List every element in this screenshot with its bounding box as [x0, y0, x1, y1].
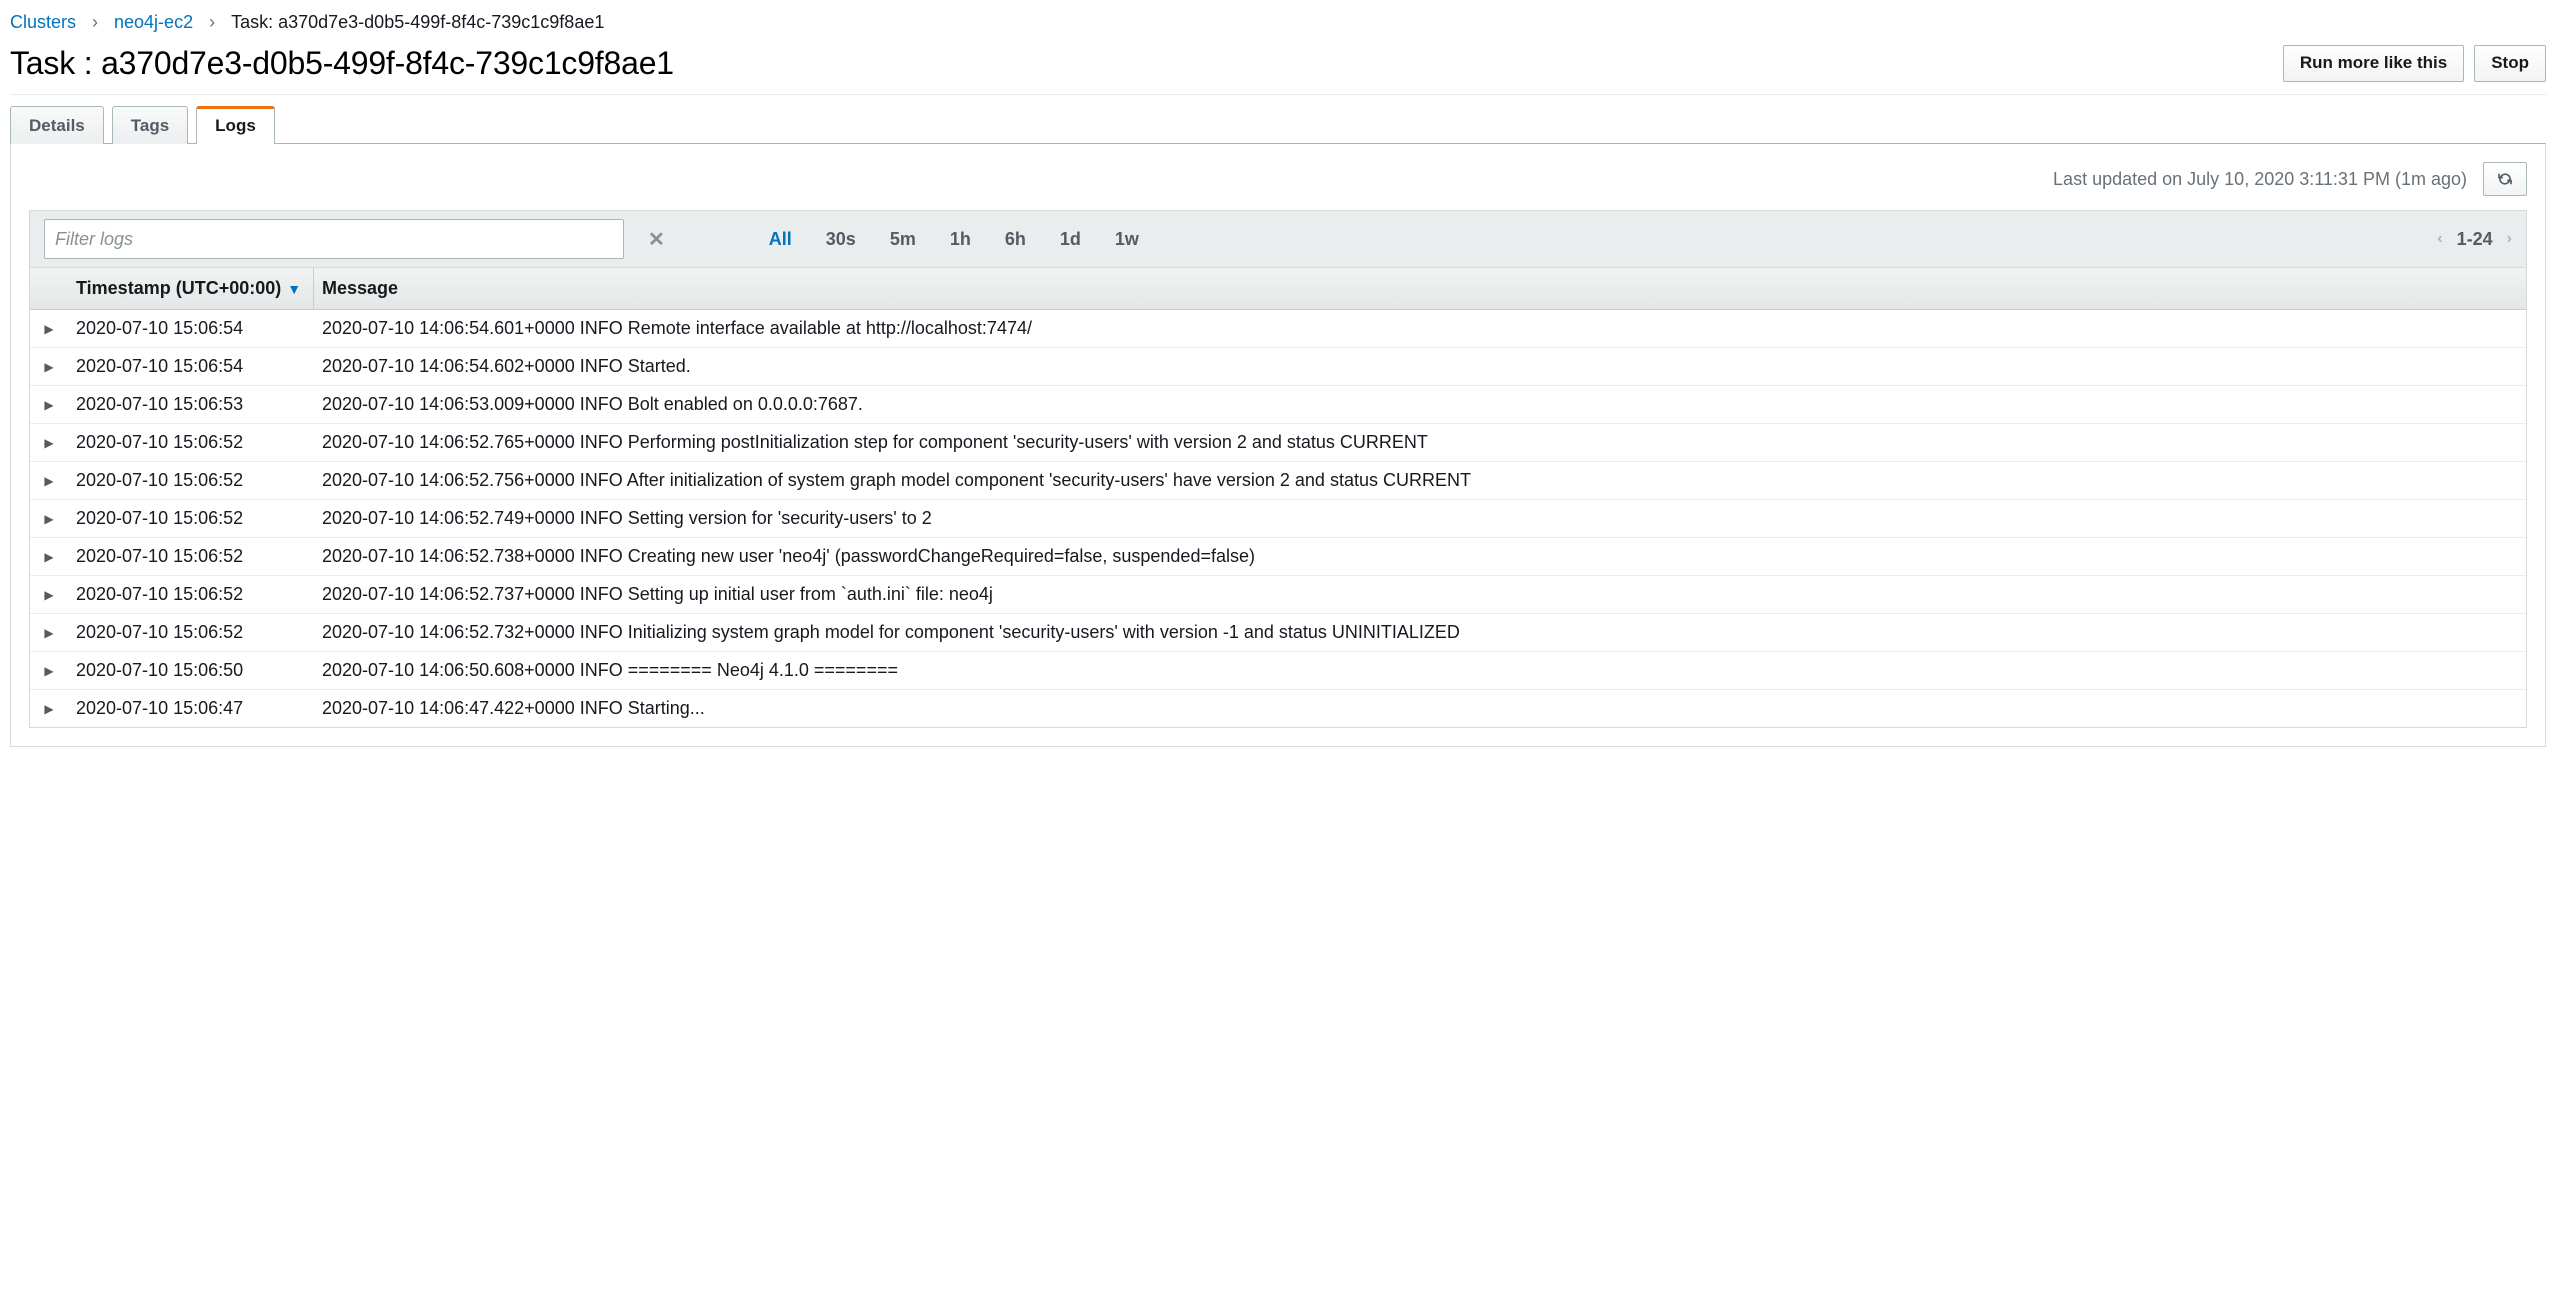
expand-row-icon[interactable]: ▶ [30, 502, 68, 536]
row-timestamp: 2020-07-10 15:06:50 [68, 652, 314, 689]
table-row: ▶2020-07-10 15:06:502020-07-10 14:06:50.… [30, 652, 2526, 690]
expand-row-icon[interactable]: ▶ [30, 578, 68, 612]
refresh-icon [2496, 170, 2514, 188]
expand-row-icon[interactable]: ▶ [30, 350, 68, 384]
time-range-6h[interactable]: 6h [1005, 229, 1026, 250]
column-timestamp-label: Timestamp (UTC+00:00) [76, 278, 281, 299]
row-timestamp: 2020-07-10 15:06:54 [68, 348, 314, 385]
pager-range: 1-24 [2457, 229, 2493, 250]
row-message: 2020-07-10 14:06:52.732+0000 INFO Initia… [314, 614, 2526, 651]
expand-row-icon[interactable]: ▶ [30, 692, 68, 726]
row-message: 2020-07-10 14:06:47.422+0000 INFO Starti… [314, 690, 2526, 727]
row-timestamp: 2020-07-10 15:06:52 [68, 500, 314, 537]
row-message: 2020-07-10 14:06:52.738+0000 INFO Creati… [314, 538, 2526, 575]
breadcrumb-cluster-link[interactable]: neo4j-ec2 [114, 12, 193, 33]
expand-row-icon[interactable]: ▶ [30, 654, 68, 688]
table-row: ▶2020-07-10 15:06:522020-07-10 14:06:52.… [30, 538, 2526, 576]
table-row: ▶2020-07-10 15:06:542020-07-10 14:06:54.… [30, 348, 2526, 386]
table-row: ▶2020-07-10 15:06:522020-07-10 14:06:52.… [30, 424, 2526, 462]
table-row: ▶2020-07-10 15:06:522020-07-10 14:06:52.… [30, 500, 2526, 538]
row-message: 2020-07-10 14:06:52.749+0000 INFO Settin… [314, 500, 2526, 537]
expand-row-icon[interactable]: ▶ [30, 388, 68, 422]
expand-row-icon[interactable]: ▶ [30, 540, 68, 574]
page-title: Task : a370d7e3-d0b5-499f-8f4c-739c1c9f8… [10, 45, 674, 82]
time-range-1w[interactable]: 1w [1115, 229, 1139, 250]
expand-row-icon[interactable]: ▶ [30, 464, 68, 498]
time-range-5m[interactable]: 5m [890, 229, 916, 250]
table-row: ▶2020-07-10 15:06:522020-07-10 14:06:52.… [30, 576, 2526, 614]
table-header: Timestamp (UTC+00:00) ▼ Message [30, 268, 2526, 310]
row-message: 2020-07-10 14:06:50.608+0000 INFO ======… [314, 652, 2526, 689]
row-message: 2020-07-10 14:06:53.009+0000 INFO Bolt e… [314, 386, 2526, 423]
row-timestamp: 2020-07-10 15:06:53 [68, 386, 314, 423]
filter-bar: ✕ All 30s 5m 1h 6h 1d 1w ‹ 1-24 › [29, 210, 2527, 268]
last-updated-text: Last updated on July 10, 2020 3:11:31 PM… [2053, 169, 2467, 190]
row-message: 2020-07-10 14:06:52.756+0000 INFO After … [314, 462, 2526, 499]
expand-row-icon[interactable]: ▶ [30, 426, 68, 460]
row-message: 2020-07-10 14:06:52.737+0000 INFO Settin… [314, 576, 2526, 613]
time-range-all[interactable]: All [769, 229, 792, 250]
breadcrumb-clusters-link[interactable]: Clusters [10, 12, 76, 33]
filter-logs-input[interactable] [44, 219, 624, 259]
column-message[interactable]: Message [314, 268, 2526, 309]
breadcrumb-current: Task: a370d7e3-d0b5-499f-8f4c-739c1c9f8a… [231, 12, 604, 33]
row-timestamp: 2020-07-10 15:06:52 [68, 424, 314, 461]
tab-tags[interactable]: Tags [112, 106, 188, 144]
table-row: ▶2020-07-10 15:06:522020-07-10 14:06:52.… [30, 462, 2526, 500]
tab-details[interactable]: Details [10, 106, 104, 144]
sort-desc-icon: ▼ [287, 281, 301, 297]
pager-prev-icon[interactable]: ‹ [2437, 230, 2442, 248]
row-message: 2020-07-10 14:06:52.765+0000 INFO Perfor… [314, 424, 2526, 461]
table-row: ▶2020-07-10 15:06:532020-07-10 14:06:53.… [30, 386, 2526, 424]
row-timestamp: 2020-07-10 15:06:52 [68, 576, 314, 613]
row-timestamp: 2020-07-10 15:06:54 [68, 310, 314, 347]
tab-logs[interactable]: Logs [196, 106, 275, 144]
row-timestamp: 2020-07-10 15:06:52 [68, 614, 314, 651]
time-range-1d[interactable]: 1d [1060, 229, 1081, 250]
time-range-30s[interactable]: 30s [826, 229, 856, 250]
table-row: ▶2020-07-10 15:06:542020-07-10 14:06:54.… [30, 310, 2526, 348]
log-table: Timestamp (UTC+00:00) ▼ Message ▶2020-07… [29, 268, 2527, 728]
row-timestamp: 2020-07-10 15:06:52 [68, 462, 314, 499]
chevron-right-icon: › [90, 12, 100, 33]
expand-row-icon[interactable]: ▶ [30, 312, 68, 346]
row-message: 2020-07-10 14:06:54.601+0000 INFO Remote… [314, 310, 2526, 347]
logs-panel: Last updated on July 10, 2020 3:11:31 PM… [10, 143, 2546, 747]
row-timestamp: 2020-07-10 15:06:52 [68, 538, 314, 575]
row-timestamp: 2020-07-10 15:06:47 [68, 690, 314, 727]
time-range-1h[interactable]: 1h [950, 229, 971, 250]
row-message: 2020-07-10 14:06:54.602+0000 INFO Starte… [314, 348, 2526, 385]
run-more-button[interactable]: Run more like this [2283, 45, 2464, 81]
column-timestamp[interactable]: Timestamp (UTC+00:00) ▼ [68, 268, 314, 309]
stop-button[interactable]: Stop [2474, 45, 2546, 81]
time-range-group: All 30s 5m 1h 6h 1d 1w [769, 229, 1139, 250]
refresh-button[interactable] [2483, 162, 2527, 196]
table-row: ▶2020-07-10 15:06:472020-07-10 14:06:47.… [30, 690, 2526, 727]
clear-filter-icon[interactable]: ✕ [642, 227, 671, 252]
chevron-right-icon: › [207, 12, 217, 33]
pager: ‹ 1-24 › [2437, 229, 2512, 250]
pager-next-icon[interactable]: › [2507, 230, 2512, 248]
tabs: Details Tags Logs [10, 105, 2546, 143]
breadcrumb: Clusters › neo4j-ec2 › Task: a370d7e3-d0… [10, 8, 2546, 39]
table-row: ▶2020-07-10 15:06:522020-07-10 14:06:52.… [30, 614, 2526, 652]
expand-row-icon[interactable]: ▶ [30, 616, 68, 650]
